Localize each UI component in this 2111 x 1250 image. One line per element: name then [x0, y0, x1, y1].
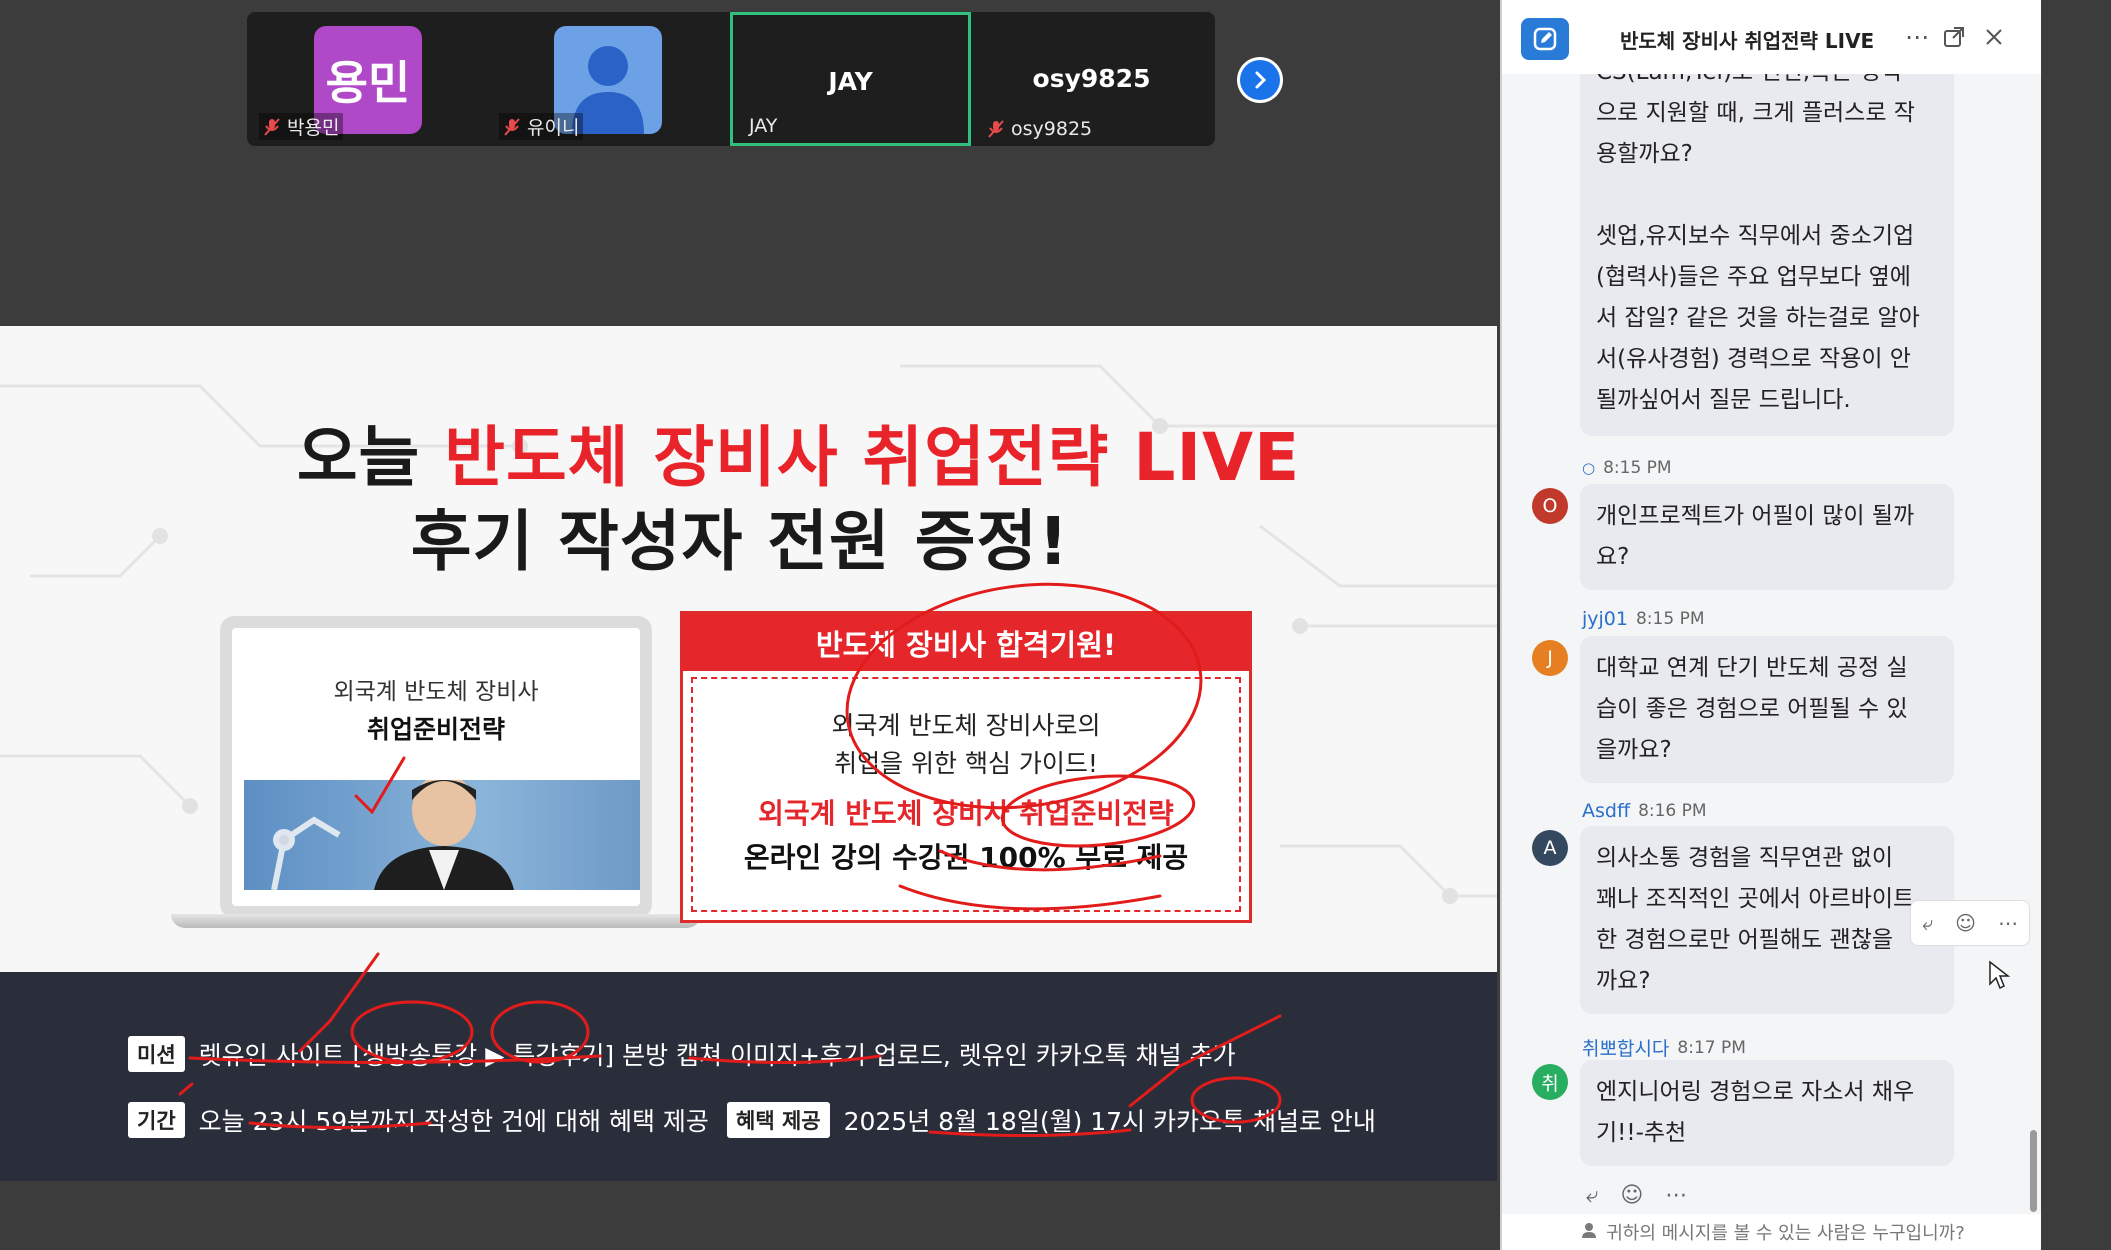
avatar: O [1532, 488, 1568, 524]
chat-scrollbar[interactable] [2030, 1130, 2037, 1212]
slide-headline-1: 오늘 반도체 장비사 취업전략 LIVE [296, 419, 1301, 496]
chat-app-icon [1521, 18, 1569, 60]
message-author[interactable]: Asdff [1582, 800, 1630, 822]
emoji-react-icon[interactable]: ☺ [1955, 911, 1976, 935]
period-tag: 기간 [128, 1102, 185, 1138]
emoji-react-icon[interactable]: ☺ [1620, 1183, 1643, 1208]
offer-box: 반도체 장비사 합격기원! 외국계 반도체 장비사로의 취업을 위한 핵심 가이… [680, 611, 1252, 923]
next-participants-button[interactable] [1237, 57, 1283, 103]
mission-tag: 미션 [128, 1036, 185, 1072]
participant-tile[interactable]: 용민 박용민 [247, 12, 488, 146]
chat-message-bubble[interactable]: 개인프로젝트가 어필이 많이 될까 요? [1580, 484, 1954, 590]
slide-headline-2: 후기 작성자 전원 증정! [410, 503, 1070, 580]
more-options-icon[interactable]: ⋯ [1902, 22, 1932, 52]
benefit-text: 2025년 8월 18일(월) 17시 카카오톡 채널로 안내 [843, 1107, 1376, 1136]
message-time: 8:16 PM [1638, 801, 1707, 821]
person-icon [1580, 1221, 1598, 1244]
instructor-photo [244, 774, 640, 891]
visibility-text: 귀하의 메시지를 볼 수 있는 사람은 누구입니까? [1606, 1223, 1965, 1244]
mission-text: 렛유인 사이트 [생방송특강 ▶ 특강후기] 본방 캡쳐 이미지+후기 업로드,… [198, 1041, 1236, 1070]
participant-tile-active[interactable]: JAY JAY [730, 12, 971, 146]
chat-message-bubble[interactable]: CS(Lam,Tel)로 인턴,혹은 정직 으로 지원할 때, 크게 플러스로 … [1580, 74, 1954, 436]
chevron-right-icon [1240, 60, 1280, 100]
offer-line: 취업을 위한 핵심 가이드! [834, 749, 1098, 778]
chat-panel: 반도체 장비사 취업전략 LIVE ⋯ CS(Lam,Tel)로 인턴,혹은 정… [1500, 0, 2043, 1250]
laptop-caption-2: 취업준비전략 [366, 715, 505, 744]
participant-display-name: JAY [828, 67, 873, 96]
mic-muted-icon [988, 120, 1004, 138]
participant-display-name: osy9825 [1032, 64, 1151, 93]
message-hover-actions: ⤶ ☺ ⋯ [1910, 900, 2030, 946]
benefit-tag: 혜택 제공 [727, 1102, 830, 1138]
mic-muted-icon [264, 117, 280, 136]
participant-name: JAY [749, 115, 778, 137]
mouse-cursor-icon [1989, 960, 2011, 990]
avatar: A [1532, 830, 1568, 866]
laptop-illustration: 외국계 반도체 장비사 취업준비전략 [220, 616, 652, 918]
laptop-base [171, 914, 701, 928]
reply-icon[interactable]: ⤶ [1586, 1183, 1598, 1208]
participant-name: 유이니 [527, 117, 580, 139]
offer-line-bold: 온라인 강의 수강권 100% 무료 제공 [743, 841, 1189, 874]
message-time: 8:15 PM [1635, 609, 1705, 629]
participant-strip: 용민 박용민 유이니 JAY JAY osy9825 osy9825 [247, 12, 1215, 146]
participant-name: osy9825 [1011, 118, 1093, 140]
meeting-window: 용민 박용민 유이니 JAY JAY osy9825 osy9825 오늘 반도… [0, 0, 2111, 1250]
avatar: J [1532, 640, 1568, 676]
offer-line-highlight: 외국계 반도체 장비사 취업준비전략 [758, 797, 1174, 830]
chat-message-bubble[interactable]: 의사소통 경험을 직무연관 없이 꽤나 조직적인 곳에서 아르바이트 한 경험으… [1580, 826, 1954, 1014]
reply-icon[interactable]: ⤶ [1922, 911, 1933, 935]
more-actions-icon[interactable]: ⋯ [1998, 911, 2018, 935]
message-time: 8:15 PM [1603, 458, 1672, 478]
offer-band: 반도체 장비사 합격기원! [683, 614, 1249, 671]
chat-messages: CS(Lam,Tel)로 인턴,혹은 정직 으로 지원할 때, 크게 플러스로 … [1502, 74, 2043, 1214]
participant-name: 박용민 [287, 117, 340, 139]
period-text: 오늘 23시 59분까지 작성한 건에 대해 혜택 제공 [198, 1107, 709, 1136]
more-actions-icon[interactable]: ⋯ [1665, 1183, 1687, 1208]
close-icon[interactable] [1979, 22, 2009, 52]
offer-line: 외국계 반도체 장비사로의 [831, 711, 1101, 740]
avatar: 취 [1532, 1064, 1568, 1100]
participant-tile[interactable]: osy9825 osy9825 [971, 12, 1212, 146]
mic-muted-icon [504, 117, 520, 136]
chat-title: 반도체 장비사 취업전략 LIVE [1620, 29, 1875, 53]
message-author[interactable]: jyj01 [1582, 608, 1628, 630]
chat-message-bubble[interactable]: 대학교 연계 단기 반도체 공정 실 습이 좋은 경험으로 어필될 수 있 을까… [1580, 636, 1954, 783]
mission-band: 미션 렛유인 사이트 [생방송특강 ▶ 특강후기] 본방 캡쳐 이미지+후기 업… [0, 972, 1497, 1181]
message-author[interactable]: 취뽀합시다 [1582, 1034, 1669, 1061]
participant-tile[interactable]: 유이니 [487, 12, 728, 146]
laptop-caption-1: 외국계 반도체 장비사 [333, 679, 539, 705]
message-time: 8:17 PM [1677, 1037, 1746, 1058]
shared-screen-slide: 오늘 반도체 장비사 취업전략 LIVE 후기 작성자 전원 증정! 외국계 반… [0, 326, 1497, 1181]
chat-header: 반도체 장비사 취업전략 LIVE ⋯ [1502, 0, 2043, 74]
chat-visibility-footer[interactable]: 귀하의 메시지를 볼 수 있는 사람은 누구입니까? [1502, 1214, 2043, 1250]
window-edge [2041, 0, 2111, 1250]
chat-message-bubble[interactable]: 엔지니어링 경험으로 자소서 채우 기!!-추천 [1580, 1060, 1954, 1166]
popout-icon[interactable] [1939, 22, 1969, 52]
